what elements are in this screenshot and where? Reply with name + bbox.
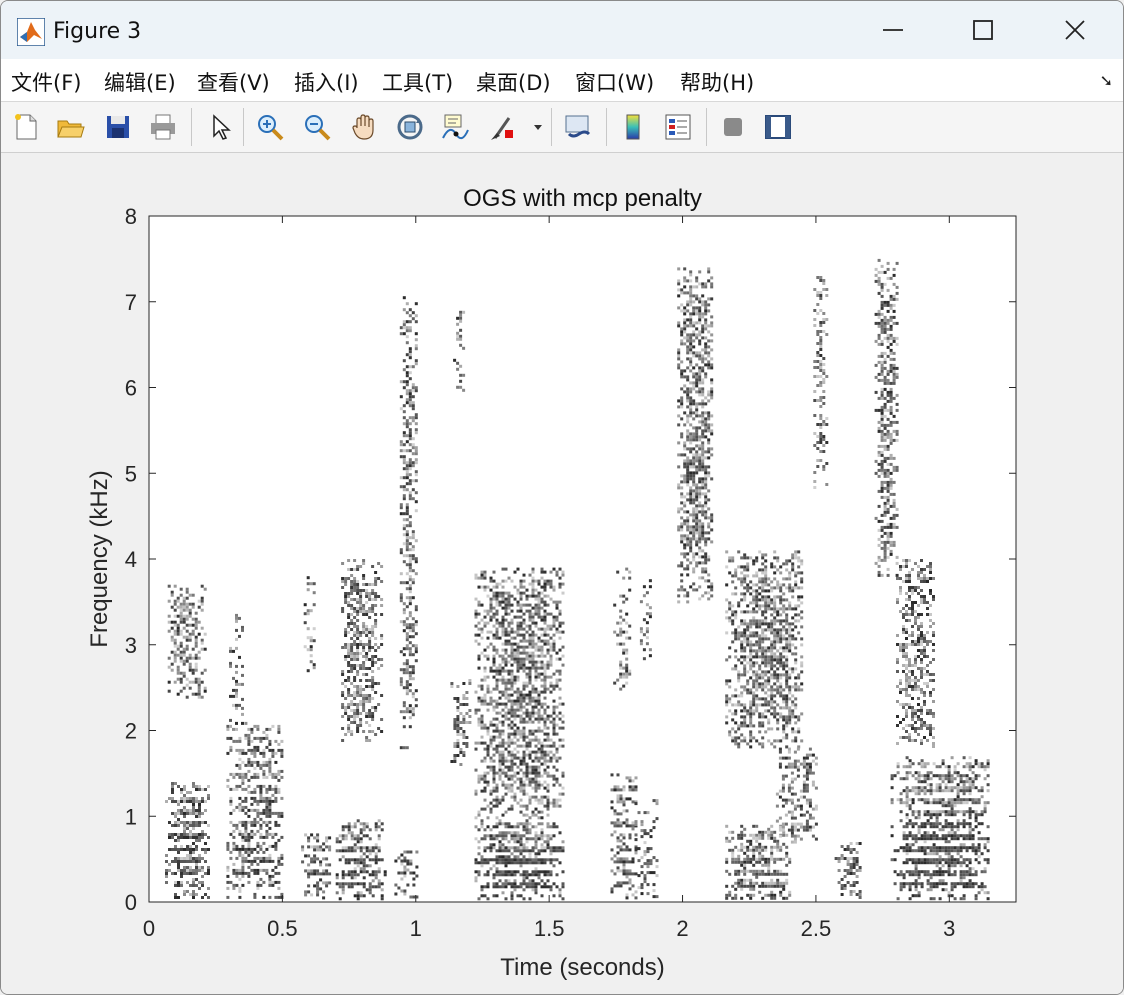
menu-bar: 文件(F) 编辑(E) 查看(V) 插入(I) 工具(T) 桌面(D) 窗口(W… [1,59,1123,102]
legend-icon[interactable] [661,110,695,144]
menu-tools[interactable]: 工具(T) [382,67,453,97]
y-tick-label: 2 [125,719,137,744]
menu-view[interactable]: 查看(V) [197,67,270,97]
x-tick-label: 0.5 [267,916,298,941]
dock-arrow-icon[interactable]: ➘ [1100,71,1113,90]
link-plot-icon[interactable] [561,110,595,144]
maximize-icon [973,20,993,40]
close-button[interactable] [1029,1,1121,59]
x-tick-label: 0 [143,916,155,941]
menu-edit[interactable]: 编辑(E) [104,67,176,97]
figure-canvas: 0 0.5 1 1.5 2 2.5 3 0 1 2 3 4 5 6 7 8 OGS with mcp pen… [1,153,1123,994]
data-cursor-icon[interactable] [438,110,472,144]
y-tick-label: 6 [125,376,137,401]
new-figure-icon[interactable] [9,110,43,144]
pointer-icon[interactable] [203,110,237,144]
hide-plot-tools-icon[interactable] [716,110,750,144]
toolbar-separator [606,108,607,146]
colorbar-icon[interactable] [616,110,650,144]
menu-desktop[interactable]: 桌面(D) [476,67,551,97]
spectrogram-plot[interactable]: 0 0.5 1 1.5 2 2.5 3 0 1 2 3 4 5 6 7 8 OGS with mcp pen… [1,153,1123,994]
menu-file[interactable]: 文件(F) [11,67,81,97]
menu-window[interactable]: 窗口(W) [575,67,654,97]
toolbar-separator [551,108,552,146]
toolbar-separator [243,108,244,146]
minimize-icon [883,29,903,31]
menu-help[interactable]: 帮助(H) [680,67,754,97]
y-tick-label: 1 [125,804,137,829]
x-tick-label: 2.5 [801,916,832,941]
x-tick-label: 1.5 [534,916,565,941]
x-tick-label: 1 [410,916,422,941]
menu-insert[interactable]: 插入(I) [294,67,359,97]
y-tick-label: 8 [125,204,137,229]
save-icon[interactable] [101,110,135,144]
maximize-button[interactable] [937,1,1029,59]
x-axis-label: Time (seconds) [500,954,664,981]
y-tick-label: 7 [125,290,137,315]
toolbar-separator [191,108,192,146]
figure-toolbar [1,102,1123,153]
y-tick-label: 5 [125,461,137,486]
window-title: Figure 3 [53,19,142,44]
show-plot-tools-icon[interactable] [761,110,795,144]
title-bar: Figure 3 [1,1,1123,59]
brush-icon[interactable] [485,110,519,144]
zoom-out-icon[interactable] [300,110,334,144]
y-tick-label: 4 [125,547,137,572]
y-tick-label: 3 [125,633,137,658]
matlab-app-icon [17,18,45,46]
y-tick-label: 0 [125,890,137,915]
open-file-icon[interactable] [53,110,87,144]
x-tick-label: 2 [676,916,688,941]
x-tick-label: 3 [943,916,955,941]
minimize-button[interactable] [847,1,939,59]
brush-dropdown-icon[interactable] [529,110,547,144]
figure-window: Figure 3 文件(F) 编辑(E) 查看(V) 插入(I) 工具(T) 桌… [0,0,1124,995]
close-icon [1065,20,1085,40]
pan-icon[interactable] [347,110,381,144]
rotate-3d-icon[interactable] [393,110,427,144]
chart-title: OGS with mcp penalty [463,185,702,212]
toolbar-separator [706,108,707,146]
y-axis-label: Frequency (kHz) [86,470,113,647]
zoom-in-icon[interactable] [253,110,287,144]
print-icon[interactable] [146,110,180,144]
